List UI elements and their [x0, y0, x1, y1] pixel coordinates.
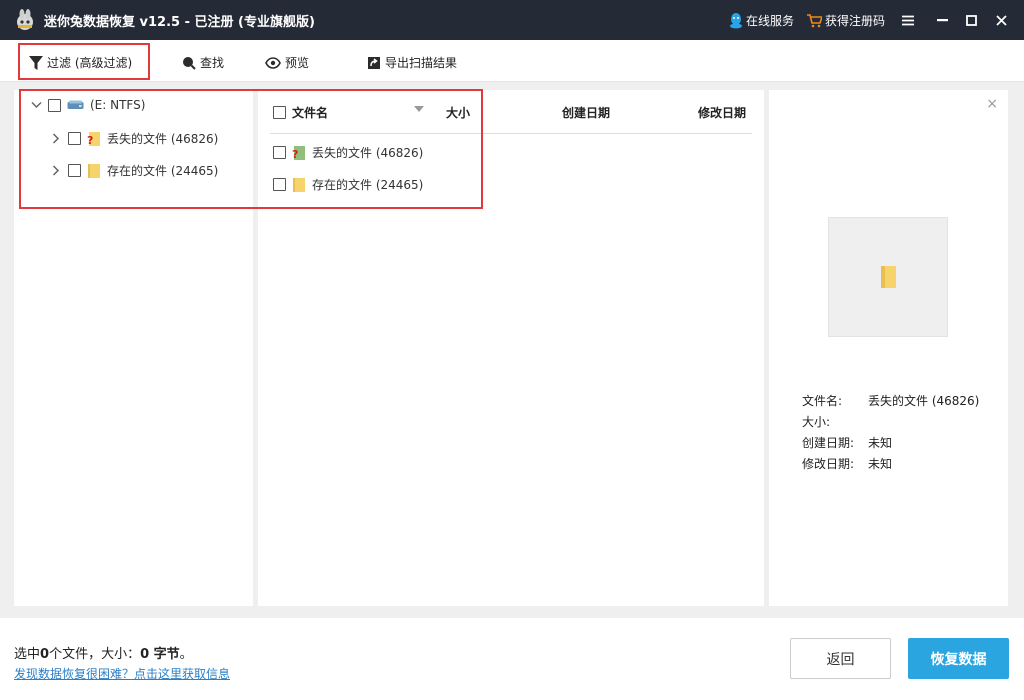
tree-item-label: 存在的文件 (24465): [107, 164, 219, 178]
find-label: 查找: [200, 56, 225, 70]
chevron-right-icon[interactable]: [50, 133, 62, 145]
menu-button[interactable]: [898, 10, 918, 30]
column-name-label: 文件名: [292, 106, 329, 120]
info-modified: 修改日期: 未知: [802, 457, 893, 471]
find-button[interactable]: 查找: [182, 54, 224, 71]
svg-text:?: ?: [292, 148, 298, 161]
lost-folder-icon: ?: [292, 145, 305, 161]
online-service-label: 在线服务: [746, 14, 795, 28]
export-icon: [368, 56, 380, 69]
list-row[interactable]: 存在的文件 (24465): [273, 176, 423, 193]
row-checkbox[interactable]: [273, 146, 286, 159]
list-row[interactable]: ? 丢失的文件 (46826): [273, 144, 423, 161]
chevron-down-icon[interactable]: [30, 99, 42, 111]
close-icon: [995, 14, 1007, 26]
export-label: 导出扫描结果: [385, 56, 458, 70]
row-name: 丢失的文件 (46826): [312, 146, 424, 160]
folder-icon: [293, 177, 305, 192]
tree-item-checkbox[interactable]: [68, 132, 81, 145]
row-name: 存在的文件 (24465): [312, 178, 424, 192]
row-checkbox[interactable]: [273, 178, 286, 191]
maximize-button[interactable]: [961, 10, 981, 30]
chevron-right-icon[interactable]: [50, 165, 62, 177]
preview-close-icon[interactable]: ×: [986, 96, 998, 112]
folder-icon: [88, 163, 100, 178]
app-logo-icon: [17, 9, 33, 30]
online-service-link[interactable]: 在线服务: [729, 12, 794, 29]
hamburger-icon: [902, 15, 914, 25]
title-bar: 迷你兔数据恢复 v12.5 - 已注册 (专业旗舰版) 在线服务 获得注册码: [0, 0, 1024, 40]
selection-status: 选中0个文件，大小：0 字节。: [14, 647, 193, 662]
sort-down-icon[interactable]: [414, 106, 424, 112]
help-link[interactable]: 发现数据恢复很困难？点击这里获取信息: [14, 665, 230, 682]
tree-root[interactable]: (E: NTFS): [30, 98, 145, 112]
get-code-link[interactable]: 获得注册码: [806, 12, 885, 29]
tree-root-label: (E: NTFS): [90, 98, 146, 112]
drive-icon: [67, 100, 84, 109]
back-button[interactable]: 返回: [790, 638, 891, 679]
preview-label: 预览: [285, 56, 310, 70]
column-header-modified[interactable]: 修改日期: [698, 104, 746, 121]
tree-item-lost-files[interactable]: ? 丢失的文件 (46826): [50, 130, 218, 147]
tree-item-existing-files[interactable]: 存在的文件 (24465): [50, 162, 218, 179]
filter-label: 过滤 (高级过滤): [47, 56, 133, 70]
info-size: 大小:: [802, 415, 831, 429]
export-button[interactable]: 导出扫描结果: [367, 54, 457, 71]
get-code-label: 获得注册码: [825, 14, 886, 28]
preview-thumbnail: [828, 217, 948, 337]
footer: 选中0个文件，大小：0 字节。 发现数据恢复很困难？点击这里获取信息 返回 恢复…: [0, 618, 1024, 700]
search-icon: [183, 56, 196, 70]
close-button[interactable]: [991, 10, 1011, 30]
cart-icon: [807, 13, 822, 27]
toolbar: 过滤 (高级过滤) 查找 预览 导出扫描结果: [0, 40, 1024, 82]
preview-panel: × 文件名: 丢失的文件 (46826) 大小: 创建日期: 未知 修改日期: 未知: [769, 90, 1008, 606]
info-created: 创建日期: 未知: [802, 436, 893, 450]
tree-root-checkbox[interactable]: [48, 98, 61, 112]
preview-button[interactable]: 预览: [265, 54, 309, 71]
lost-folder-icon: ?: [87, 131, 100, 147]
column-header-name[interactable]: 文件名: [273, 104, 328, 121]
filter-button[interactable]: 过滤 (高级过滤): [29, 54, 132, 71]
info-name: 文件名: 丢失的文件 (46826): [802, 394, 980, 408]
minimize-icon: [936, 18, 948, 21]
eye-icon: [265, 56, 281, 69]
svg-text:?: ?: [87, 134, 93, 147]
folder-tree-panel: (E: NTFS) ? 丢失的文件 (46826) 存在的文件 (24465): [14, 90, 253, 606]
tree-item-checkbox[interactable]: [68, 164, 81, 177]
column-header-created[interactable]: 创建日期: [562, 104, 610, 121]
folder-icon: [881, 266, 896, 288]
recover-button[interactable]: 恢复数据: [908, 638, 1009, 679]
header-divider: [270, 133, 752, 134]
maximize-icon: [965, 14, 977, 26]
select-all-checkbox[interactable]: [273, 106, 286, 119]
minimize-button[interactable]: [932, 10, 952, 30]
filter-icon: [29, 55, 43, 70]
column-header-size[interactable]: 大小: [446, 104, 470, 121]
window-title: 迷你兔数据恢复 v12.5 - 已注册 (专业旗舰版): [44, 15, 315, 30]
qq-icon: [730, 12, 742, 28]
tree-item-label: 丢失的文件 (46826): [107, 132, 219, 146]
file-list-panel: 文件名 大小 创建日期 修改日期 ? 丢失的文件 (46826) 存在的文件 (…: [258, 90, 764, 606]
selected-count: 0: [40, 647, 50, 662]
selected-size: 0 字节: [140, 647, 180, 662]
